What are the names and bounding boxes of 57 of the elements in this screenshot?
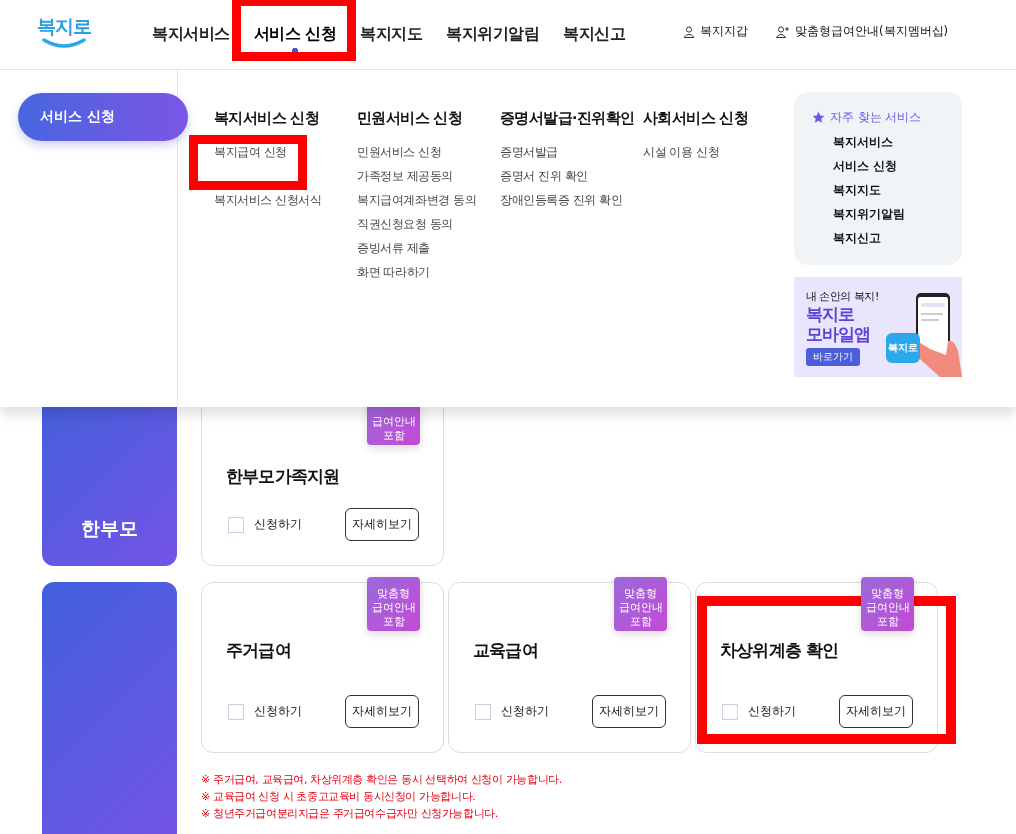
checkbox-label[interactable]: 신청하기 bbox=[501, 704, 549, 719]
checkbox[interactable] bbox=[228, 516, 244, 533]
favorite-link[interactable]: 서비스 신청 bbox=[812, 154, 962, 178]
details-button[interactable]: 자세히보기 bbox=[592, 695, 666, 728]
menu-item[interactable]: 가족정보 제공동의 bbox=[357, 164, 454, 188]
banner-title: 모바일앱 bbox=[806, 324, 871, 344]
checkbox[interactable] bbox=[475, 703, 491, 720]
menu-item[interactable]: 장애인등록증 진위 확인 bbox=[500, 188, 623, 212]
details-button[interactable]: 자세히보기 bbox=[345, 695, 419, 728]
menu-item[interactable]: 직권신청요청 동의 bbox=[357, 212, 454, 236]
utility-link[interactable]: 맞춤형급여안내(복지멤버십) bbox=[776, 24, 948, 39]
badge: 맞춤형 급여안내 포함 bbox=[861, 577, 914, 631]
checkbox-label[interactable]: 신청하기 bbox=[254, 517, 302, 532]
section-tab[interactable]: 서비스 신청 bbox=[18, 93, 188, 141]
banner-tagline: 내 손안의 복지! bbox=[806, 289, 879, 304]
favorite-link[interactable]: 복지위기알림 bbox=[812, 202, 962, 226]
notice-text: ※ 청년주거급여분리지급은 주거급여수급자만 신청가능합니다. bbox=[201, 806, 499, 822]
favorite-link[interactable]: 복지지도 bbox=[812, 178, 962, 202]
menu-item[interactable]: 화면 따라하기 bbox=[357, 260, 430, 284]
checkbox-label[interactable]: 신청하기 bbox=[254, 704, 302, 719]
menu-heading: 사회서비스 신청 bbox=[643, 109, 750, 128]
card-title: 차상위계층 확인 bbox=[720, 639, 840, 662]
menu-heading: 증명서발급·진위확인 bbox=[500, 109, 636, 128]
menu-heading: 복지서비스 신청 bbox=[214, 109, 321, 128]
user-plus-icon bbox=[776, 25, 790, 38]
menu-item[interactable]: 복지급여 신청 bbox=[214, 140, 287, 164]
notice-text: ※ 주거급여, 교육급여, 차상위계층 확인은 동시 선택하여 신청이 가능합니다. bbox=[201, 772, 563, 788]
menu-item[interactable]: 민원서비스 신청 bbox=[357, 140, 442, 164]
menu-item[interactable]: 증빙서류 제출 bbox=[357, 236, 430, 260]
user-icon bbox=[683, 25, 695, 38]
smile-icon bbox=[42, 37, 86, 48]
favorite-link[interactable]: 복지서비스 bbox=[812, 130, 962, 154]
checkbox[interactable] bbox=[722, 703, 738, 720]
menu-item[interactable]: 증명서 진위 확인 bbox=[500, 164, 588, 188]
app-banner[interactable]: 내 손안의 복지! 복지로 모바일앱 바로가기 복지로 bbox=[794, 277, 962, 377]
favorites-title: 자주 찾는 서비스 bbox=[830, 110, 922, 125]
menu-heading: 민원서비스 신청 bbox=[357, 109, 464, 128]
badge: 맞춤형 급여안내 포함 bbox=[614, 577, 667, 631]
checkbox[interactable] bbox=[228, 703, 244, 720]
star-icon bbox=[812, 111, 825, 124]
checkbox-label[interactable]: 신청하기 bbox=[748, 704, 796, 719]
notice-text: ※ 교육급여 신청 시 초중고교육비 동시신청이 가능합니다. bbox=[201, 789, 477, 805]
menu-item[interactable]: 복지서비스 신청서식 bbox=[214, 188, 322, 212]
card-title: 한부모가족지원 bbox=[226, 465, 341, 488]
details-button[interactable]: 자세히보기 bbox=[839, 695, 913, 728]
favorite-link[interactable]: 복지신고 bbox=[812, 226, 962, 250]
banner-title: 복지로 bbox=[806, 304, 855, 324]
menu-item[interactable]: 증명서발급 bbox=[500, 140, 558, 164]
utility-link[interactable]: 복지지갑 bbox=[683, 24, 748, 39]
badge: 맞춤형 급여안내 포함 bbox=[367, 577, 420, 631]
card-title: 교육급여 bbox=[473, 639, 539, 662]
card-title: 주거급여 bbox=[226, 639, 292, 662]
menu-item[interactable]: 복지급여계좌변경 동의 bbox=[357, 188, 477, 212]
app-icon: 복지로 bbox=[886, 333, 920, 363]
menu-item[interactable]: 시설 이용 신청 bbox=[643, 140, 720, 164]
details-button[interactable]: 자세히보기 bbox=[345, 508, 419, 541]
banner-button[interactable]: 바로가기 bbox=[806, 348, 860, 366]
